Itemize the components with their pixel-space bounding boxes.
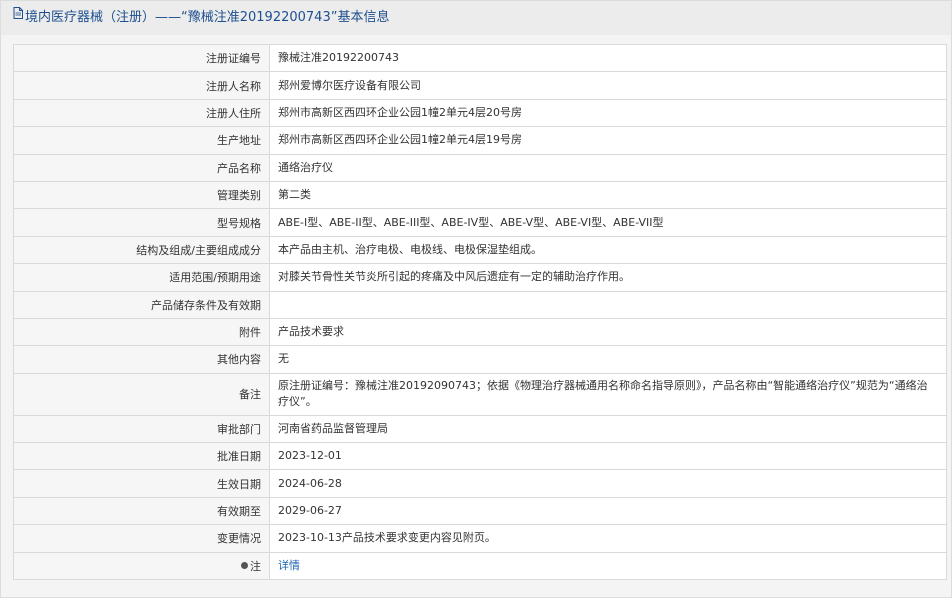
row-value: 2029-06-27 [269, 496, 947, 526]
table-row: 型号规格 ABE-I型、ABE-II型、ABE-III型、ABE-IV型、ABE… [13, 208, 947, 237]
row-value: 郑州市高新区西四环企业公园1幢2单元4层19号房 [269, 126, 947, 155]
detail-link[interactable]: 详情 [278, 559, 300, 572]
table-row: 生产地址 郑州市高新区西四环企业公园1幢2单元4层19号房 [13, 126, 947, 155]
note-label: 注 [250, 559, 261, 573]
info-panel: 境内医疗器械（注册）——“豫械注准20192200743”基本信息 注册证编号 … [0, 0, 952, 598]
row-label: 变更情况 [13, 524, 270, 553]
row-label: 有效期至 [13, 496, 270, 526]
note-value-cell: 详情 [269, 551, 947, 581]
document-icon [13, 1, 23, 33]
note-label-cell: 注 [13, 551, 270, 581]
table-row: 注册证编号 豫械注准20192200743 [13, 43, 947, 73]
table-row: 管理类别 第二类 [13, 180, 947, 210]
row-label: 其他内容 [13, 345, 270, 374]
row-value: 产品技术要求 [269, 317, 947, 347]
row-label: 产品储存条件及有效期 [13, 290, 270, 319]
row-value: 通络治疗仪 [269, 153, 947, 182]
row-label: 附件 [13, 317, 270, 347]
info-table: 注册证编号 豫械注准20192200743 注册人名称 郑州爱博尔医疗设备有限公… [13, 43, 947, 581]
row-value: 无 [269, 345, 947, 374]
row-label: 备注 [13, 372, 270, 416]
row-label: 管理类别 [13, 180, 270, 210]
panel-header: 境内医疗器械（注册）——“豫械注准20192200743”基本信息 [1, 1, 951, 35]
row-label: 产品名称 [13, 153, 270, 182]
row-value: ABE-I型、ABE-II型、ABE-III型、ABE-IV型、ABE-V型、A… [269, 208, 947, 237]
page-title: 境内医疗器械（注册）——“豫械注准20192200743”基本信息 [25, 10, 390, 25]
table-row: 结构及组成/主要组成成分 本产品由主机、治疗电极、电极线、电极保湿垫组成。 [13, 235, 947, 265]
row-label: 生效日期 [13, 469, 270, 498]
row-value: 对膝关节骨性关节炎所引起的疼痛及中风后遗症有一定的辅助治疗作用。 [269, 263, 947, 292]
row-label: 注册证编号 [13, 43, 270, 73]
note-row: 注 详情 [13, 551, 947, 581]
row-value [269, 290, 947, 319]
table-row: 产品名称 通络治疗仪 [13, 153, 947, 182]
row-label: 结构及组成/主要组成成分 [13, 235, 270, 265]
table-row: 变更情况 2023-10-13产品技术要求变更内容见附页。 [13, 524, 947, 553]
row-value: 第二类 [269, 180, 947, 210]
table-row: 附件 产品技术要求 [13, 317, 947, 347]
row-value: 2023-12-01 [269, 442, 947, 471]
row-label: 批准日期 [13, 442, 270, 471]
row-label: 注册人名称 [13, 71, 270, 100]
row-value: 原注册证编号：豫械注准20192090743；依据《物理治疗器械通用名称命名指导… [269, 372, 947, 416]
table-row: 适用范围/预期用途 对膝关节骨性关节炎所引起的疼痛及中风后遗症有一定的辅助治疗作… [13, 263, 947, 292]
row-label: 审批部门 [13, 414, 270, 444]
table-row: 生效日期 2024-06-28 [13, 469, 947, 498]
row-value: 2023-10-13产品技术要求变更内容见附页。 [269, 524, 947, 553]
table-row: 审批部门 河南省药品监督管理局 [13, 414, 947, 444]
row-label: 型号规格 [13, 208, 270, 237]
row-value: 河南省药品监督管理局 [269, 414, 947, 444]
table-row: 批准日期 2023-12-01 [13, 442, 947, 471]
table-row: 注册人住所 郑州市高新区西四环企业公园1幢2单元4层20号房 [13, 98, 947, 128]
table-row: 注册人名称 郑州爱博尔医疗设备有限公司 [13, 71, 947, 100]
row-value: 豫械注准20192200743 [269, 43, 947, 73]
row-value: 郑州爱博尔医疗设备有限公司 [269, 71, 947, 100]
info-table-wrapper: 注册证编号 豫械注准20192200743 注册人名称 郑州爱博尔医疗设备有限公… [13, 43, 947, 581]
table-row: 有效期至 2029-06-27 [13, 496, 947, 526]
table-row: 备注 原注册证编号：豫械注准20192090743；依据《物理治疗器械通用名称命… [13, 372, 947, 416]
table-row: 其他内容 无 [13, 345, 947, 374]
row-value: 本产品由主机、治疗电极、电极线、电极保湿垫组成。 [269, 235, 947, 265]
row-value: 2024-06-28 [269, 469, 947, 498]
row-label: 注册人住所 [13, 98, 270, 128]
pin-icon [241, 562, 248, 570]
table-row: 产品储存条件及有效期 [13, 290, 947, 319]
row-value: 郑州市高新区西四环企业公园1幢2单元4层20号房 [269, 98, 947, 128]
row-label: 生产地址 [13, 126, 270, 155]
row-label: 适用范围/预期用途 [13, 263, 270, 292]
